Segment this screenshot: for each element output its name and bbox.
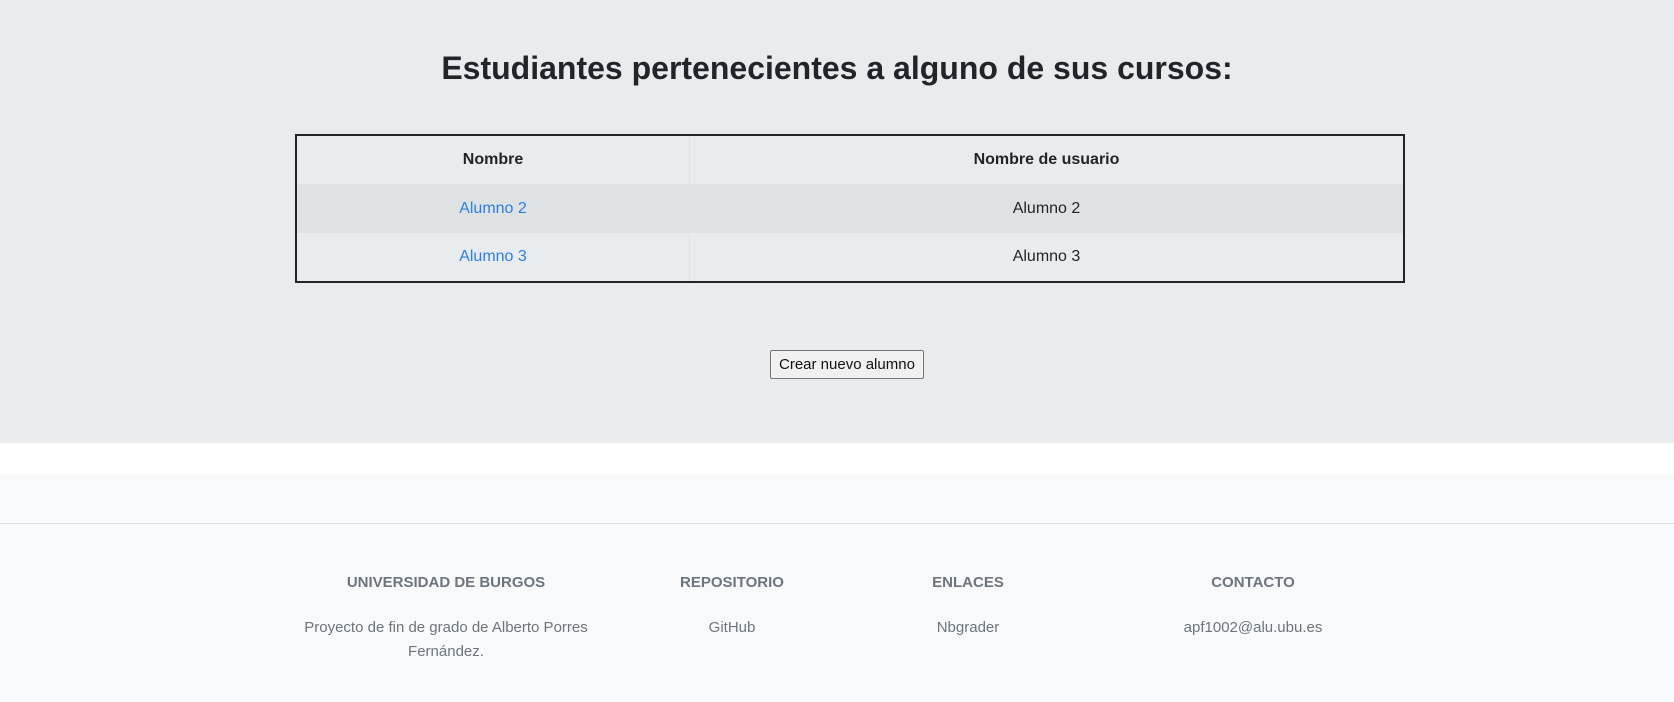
nbgrader-link[interactable]: Nbgrader <box>868 616 1068 640</box>
footer-project-text: Proyecto de fin de grado de Alberto Porr… <box>304 619 588 660</box>
page-title: Estudiantes pertenecientes a alguno de s… <box>441 50 1233 86</box>
student-link[interactable]: Alumno 3 <box>459 248 527 265</box>
footer-column-repository: REPOSITORIO GitHub <box>632 573 832 640</box>
footer-column-links: ENLACES Nbgrader <box>868 573 1068 640</box>
student-username-cell: Alumno 2 <box>689 184 1404 233</box>
main-section: Estudiantes pertenecientes a alguno de s… <box>0 0 1674 443</box>
table-row: Alumno 3 Alumno 3 <box>296 233 1404 282</box>
footer-heading-contact: CONTACTO <box>1211 574 1295 591</box>
students-table: Nombre Nombre de usuario Alumno 2 Alumno… <box>295 134 1405 283</box>
student-name-cell: Alumno 2 <box>296 184 690 233</box>
student-name-cell: Alumno 3 <box>296 233 690 282</box>
student-link[interactable]: Alumno 2 <box>459 200 527 217</box>
footer-divider <box>0 523 1674 524</box>
footer-heading-university: UNIVERSIDAD DE BURGOS <box>346 574 546 591</box>
table-header-row: Nombre Nombre de usuario <box>296 135 1404 185</box>
student-username-cell: Alumno 3 <box>689 233 1404 282</box>
column-header-username: Nombre de usuario <box>689 135 1404 185</box>
table-row: Alumno 2 Alumno 2 <box>296 184 1404 233</box>
column-header-name: Nombre <box>296 135 690 185</box>
footer-heading-links: ENLACES <box>932 574 1004 591</box>
contact-email: apf1002@alu.ubu.es <box>1183 619 1323 636</box>
footer-column-university: UNIVERSIDAD DE BURGOS Proyecto de fin de… <box>296 573 596 664</box>
footer-column-contact: CONTACTO apf1002@alu.ubu.es <box>1133 573 1373 640</box>
footer-heading-repository: REPOSITORIO <box>680 574 784 591</box>
github-link[interactable]: GitHub <box>632 616 832 640</box>
create-student-button[interactable]: Crear nuevo alumno <box>770 350 924 379</box>
footer: UNIVERSIDAD DE BURGOS Proyecto de fin de… <box>0 475 1674 702</box>
